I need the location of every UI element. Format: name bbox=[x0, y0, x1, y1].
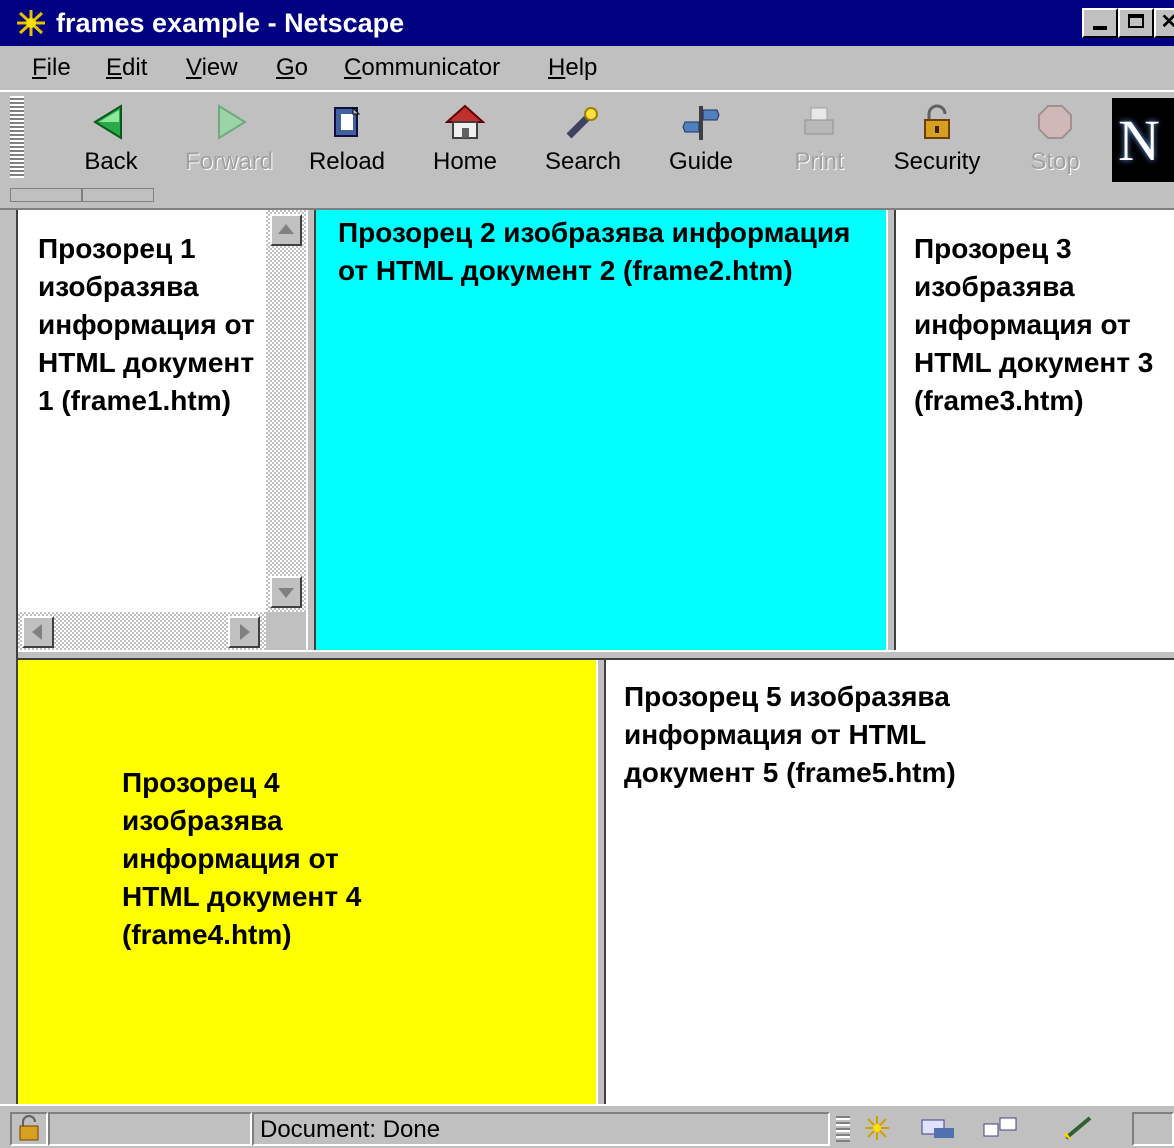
forward-arrow-icon bbox=[218, 104, 247, 140]
mail-icon[interactable] bbox=[916, 1114, 956, 1142]
frame-3: Прозорец 3 изобразява информация от HTML… bbox=[896, 210, 1174, 650]
security-lock-icon bbox=[19, 1115, 39, 1141]
progress-panel bbox=[48, 1112, 252, 1146]
status-bar: Document: Done bbox=[0, 1104, 1174, 1148]
search-icon bbox=[566, 107, 598, 139]
back-arrow-icon bbox=[93, 104, 122, 140]
frame-1-horizontal-scrollbar[interactable] bbox=[18, 612, 266, 650]
scroll-up-button[interactable] bbox=[270, 214, 302, 246]
arrow-up-icon bbox=[278, 224, 294, 234]
frame-1-vertical-scrollbar[interactable] bbox=[266, 210, 306, 612]
discussion-icon[interactable] bbox=[980, 1114, 1020, 1142]
netscape-app-icon bbox=[17, 10, 45, 36]
print-icon bbox=[804, 107, 834, 135]
security-lock-icon bbox=[924, 104, 950, 139]
frame-3-text: Прозорец 3 изобразява информация от HTML… bbox=[914, 233, 1154, 416]
frame-2-text: Прозорец 2 изобразява информация от HTML… bbox=[338, 217, 851, 286]
frame-divider[interactable] bbox=[886, 210, 896, 650]
maximize-button[interactable] bbox=[1118, 8, 1154, 38]
stop-button[interactable]: Stop bbox=[1000, 96, 1110, 184]
toolbar-tab-1[interactable] bbox=[10, 188, 82, 202]
menu-help[interactable]: Help bbox=[548, 54, 597, 82]
stop-icon bbox=[1038, 105, 1072, 139]
close-button[interactable]: ✕ bbox=[1154, 8, 1174, 38]
reload-icon bbox=[334, 106, 361, 137]
menu-edit[interactable]: Edit bbox=[106, 54, 147, 82]
navigation-toolbar: Back Forward Reload Home Search Guide Pr… bbox=[0, 90, 1174, 186]
frame-1: Прозорец 1 изобразява информация от HTML… bbox=[18, 210, 306, 650]
guide-icon bbox=[682, 106, 720, 140]
frame-4-text: Прозорец 4 изобразява информация от HTML… bbox=[122, 767, 362, 950]
composer-icon[interactable] bbox=[1060, 1114, 1100, 1142]
status-text-panel: Document: Done bbox=[252, 1112, 830, 1146]
frame-row-divider[interactable] bbox=[18, 650, 1174, 660]
security-button[interactable]: Security bbox=[882, 96, 992, 184]
frame-divider[interactable] bbox=[306, 210, 316, 650]
scroll-right-button[interactable] bbox=[228, 616, 260, 648]
toolbar-collapse-tabs bbox=[0, 186, 1174, 210]
scrollbar-corner bbox=[266, 612, 306, 650]
title-bar: frames example - Netscape ✕ bbox=[0, 0, 1174, 46]
menu-go[interactable]: Go bbox=[276, 54, 308, 82]
frame-2: Прозорец 2 изобразява информация от HTML… bbox=[316, 210, 886, 650]
arrow-left-icon bbox=[32, 624, 42, 640]
frame-4: Прозорец 4 изобразява информация от HTML… bbox=[18, 660, 596, 1104]
reload-button[interactable]: Reload bbox=[292, 96, 402, 184]
search-button[interactable]: Search bbox=[528, 96, 638, 184]
security-status-panel[interactable] bbox=[10, 1112, 48, 1146]
menu-communicator[interactable]: Communicator bbox=[344, 54, 500, 82]
resize-panel bbox=[1132, 1112, 1174, 1146]
status-text: Document: Done bbox=[260, 1116, 441, 1143]
menu-view[interactable]: View bbox=[186, 54, 238, 82]
window-title: frames example - Netscape bbox=[56, 8, 405, 38]
toolbar-tab-2[interactable] bbox=[82, 188, 154, 202]
menu-file[interactable]: File bbox=[32, 54, 71, 82]
back-button[interactable]: Back bbox=[56, 96, 166, 184]
frame-5: Прозорец 5 изобразява информация от HTML… bbox=[606, 660, 1174, 1104]
toolbar-grip[interactable] bbox=[10, 96, 24, 178]
scroll-left-button[interactable] bbox=[22, 616, 54, 648]
arrow-down-icon bbox=[278, 588, 294, 598]
frame-divider[interactable] bbox=[596, 660, 606, 1104]
forward-button[interactable]: Forward bbox=[174, 96, 284, 184]
guide-button[interactable]: Guide bbox=[646, 96, 756, 184]
frame-1-text: Прозорец 1 изобразява информация от HTML… bbox=[38, 233, 255, 416]
netscape-logo[interactable]: N bbox=[1112, 98, 1174, 182]
minimize-button[interactable] bbox=[1082, 8, 1118, 38]
component-bar-grip[interactable] bbox=[836, 1116, 850, 1142]
print-button[interactable]: Print bbox=[764, 96, 874, 184]
frame-5-text: Прозорец 5 изобразява информация от HTML… bbox=[624, 681, 956, 788]
home-button[interactable]: Home bbox=[410, 96, 520, 184]
menu-bar: File Edit View Go Communicator Help bbox=[0, 46, 1174, 90]
window-left-border bbox=[0, 210, 18, 1104]
arrow-right-icon bbox=[240, 624, 250, 640]
home-icon bbox=[445, 104, 485, 139]
netscape-navigator-icon[interactable] bbox=[862, 1114, 892, 1142]
scroll-down-button[interactable] bbox=[270, 576, 302, 608]
